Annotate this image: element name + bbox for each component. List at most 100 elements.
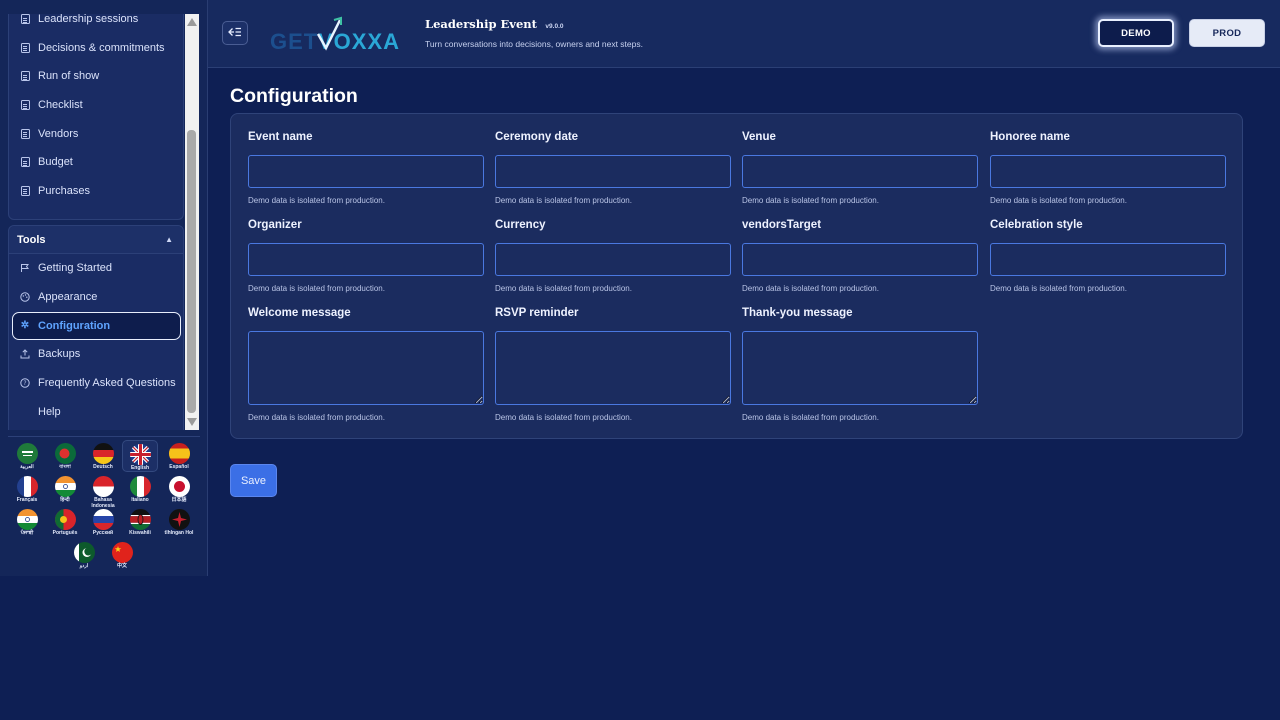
organizer-input[interactable] — [248, 243, 484, 276]
page-title: Configuration — [230, 85, 358, 107]
document-icon — [20, 128, 30, 139]
sidebar-item-help[interactable]: Help — [9, 397, 183, 426]
lang-label: Português — [52, 530, 78, 536]
field-label: Honoree name — [990, 131, 1070, 143]
field-label: Organizer — [248, 219, 302, 231]
lang-german[interactable]: Deutsch — [85, 440, 121, 472]
sidebar-item-decisions[interactable]: Decisions & commitments — [9, 34, 183, 63]
question-icon: ? — [20, 378, 30, 388]
field-hint: Demo data is isolated from production. — [248, 196, 385, 205]
japan-flag-icon — [168, 476, 190, 497]
sidebar-item-getting-started[interactable]: Getting Started — [9, 254, 183, 283]
lang-indonesian[interactable]: Bahasa Indonesia — [85, 473, 121, 508]
ceremony-date-input[interactable] — [495, 155, 731, 188]
lang-english[interactable]: English — [122, 440, 158, 472]
field-label: Welcome message — [248, 307, 351, 319]
scroll-up-arrow-icon[interactable] — [187, 18, 197, 26]
tools-header[interactable]: Tools ▲ — [9, 226, 183, 254]
lang-bengali[interactable]: বাংলা — [47, 440, 83, 472]
lang-russian[interactable]: Русский — [85, 506, 121, 538]
sidebar-item-label: Configuration — [38, 319, 111, 332]
rsvp-reminder-textarea[interactable] — [495, 331, 731, 405]
welcome-message-textarea[interactable] — [248, 331, 484, 405]
palette-icon — [20, 292, 30, 302]
sidebar-item-label: Help — [38, 405, 61, 418]
sidebar-item-configuration[interactable]: ✲ Configuration — [12, 311, 181, 340]
vendors-target-input[interactable] — [742, 243, 978, 276]
field-hint: Demo data is isolated from production. — [742, 413, 879, 422]
save-button[interactable]: Save — [230, 464, 277, 497]
sidebar-item-checklist[interactable]: Checklist — [9, 91, 183, 120]
lang-arabic[interactable]: العربية — [9, 440, 45, 472]
lang-spanish[interactable]: Español — [161, 440, 197, 472]
sidebar: Leadership sessions Decisions & commitme… — [0, 0, 208, 576]
sidebar-item-label: Leadership sessions — [38, 14, 139, 26]
klingon-emblem-icon — [168, 509, 190, 530]
lang-label: Русский — [92, 530, 114, 536]
sidebar-item-label: Run of show — [38, 70, 100, 83]
configuration-form: Event name Demo data is isolated from pr… — [230, 113, 1243, 439]
lang-french[interactable]: Français — [9, 473, 45, 505]
sidebar-item-label: Budget — [38, 156, 73, 169]
lang-label: Kiswahili — [129, 530, 151, 536]
sidebar-item-backups[interactable]: Backups — [9, 340, 183, 369]
event-name-input[interactable] — [248, 155, 484, 188]
lang-label: Italiano — [131, 497, 149, 503]
scroll-thumb[interactable] — [187, 130, 196, 413]
celebration-style-input[interactable] — [990, 243, 1226, 276]
currency-input[interactable] — [495, 243, 731, 276]
field-label: Celebration style — [990, 219, 1083, 231]
lang-label: 日本語 — [171, 497, 187, 503]
sidebar-scrollbar[interactable] — [185, 14, 199, 430]
lang-japanese[interactable]: 日本語 — [161, 473, 197, 505]
upload-icon — [20, 349, 30, 359]
kenya-flag-icon — [129, 509, 151, 530]
saudi-flag-icon — [16, 443, 38, 464]
lang-swahili[interactable]: Kiswahili — [122, 506, 158, 538]
app-tagline: Turn conversations into decisions, owner… — [425, 39, 643, 49]
lang-urdu[interactable]: اردو — [66, 539, 102, 571]
sidebar-item-leadership-sessions[interactable]: Leadership sessions — [9, 14, 183, 34]
indonesia-flag-icon — [92, 476, 114, 497]
sidebar-item-budget[interactable]: Budget — [9, 148, 183, 177]
field-hint: Demo data is isolated from production. — [495, 196, 632, 205]
sidebar-item-label: Checklist — [38, 99, 83, 112]
honoree-name-input[interactable] — [990, 155, 1226, 188]
china-flag-icon — [111, 542, 133, 563]
field-label: Ceremony date — [495, 131, 579, 143]
svg-text:?: ? — [23, 380, 26, 387]
document-icon — [20, 157, 30, 168]
sidebar-item-faq[interactable]: ? Frequently Asked Questions — [9, 368, 183, 397]
demo-env-button[interactable]: DEMO — [1098, 19, 1174, 47]
lang-chinese[interactable]: 中文 — [104, 539, 140, 571]
sidebar-item-appearance[interactable]: Appearance — [9, 283, 183, 312]
field-label: vendorsTarget — [742, 219, 822, 231]
sidebar-item-vendors[interactable]: Vendors — [9, 119, 183, 148]
venue-input[interactable] — [742, 155, 978, 188]
lang-label: বাংলা — [59, 464, 71, 470]
header-title-block: Leadership Event v9.0.0 Turn conversatio… — [425, 15, 643, 49]
prod-env-button[interactable]: PROD — [1189, 19, 1265, 47]
field-hint: Demo data is isolated from production. — [248, 284, 385, 293]
lang-punjabi[interactable]: ਪੰਜਾਬੀ — [9, 506, 45, 538]
lang-portuguese[interactable]: Português — [47, 506, 83, 538]
sidebar-main-group: Leadership sessions Decisions & commitme… — [8, 14, 184, 220]
india-flag-icon — [16, 509, 38, 530]
sidebar-divider — [8, 436, 200, 437]
collapse-sidebar-button[interactable] — [222, 21, 248, 45]
thank-you-message-textarea[interactable] — [742, 331, 978, 405]
bangladesh-flag-icon — [54, 443, 76, 464]
sidebar-item-run-of-show[interactable]: Run of show — [9, 62, 183, 91]
field-hint: Demo data is isolated from production. — [495, 284, 632, 293]
tools-heading: Tools — [17, 233, 46, 246]
portugal-flag-icon — [54, 509, 76, 530]
lang-italian[interactable]: Italiano — [122, 473, 158, 505]
lang-hindi[interactable]: हिन्दी — [47, 473, 83, 505]
scroll-down-arrow-icon[interactable] — [187, 418, 197, 426]
ceremony-date-field: Ceremony date Demo data is isolated from… — [495, 131, 731, 205]
field-hint: Demo data is isolated from production. — [248, 413, 385, 422]
lang-klingon[interactable]: tlhIngan Hol — [161, 506, 197, 538]
venue-field: Venue Demo data is isolated from product… — [742, 131, 978, 205]
sidebar-item-label: Getting Started — [38, 262, 112, 275]
sidebar-item-purchases[interactable]: Purchases — [9, 177, 183, 206]
